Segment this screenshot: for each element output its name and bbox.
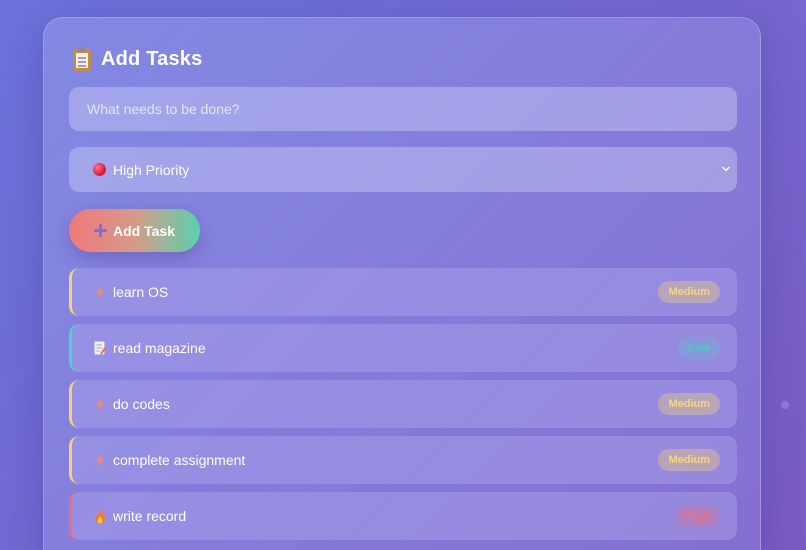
task-text: write record [113, 508, 187, 524]
priority-badge: Low [678, 337, 720, 359]
task-text: read magazine [113, 340, 206, 356]
task-item[interactable]: learn OS Medium [69, 268, 737, 316]
task-item[interactable]: read magazine Low [69, 324, 737, 372]
add-task-button-label: Add Task [113, 222, 175, 239]
task-input[interactable] [69, 87, 737, 131]
priority-badge: High [675, 505, 720, 527]
memo-icon [94, 340, 106, 356]
priority-badge: Medium [658, 449, 720, 471]
add-tasks-card: Add Tasks High Priority Add Task learn O… [43, 17, 761, 550]
task-text: do codes [113, 396, 170, 412]
task-text: complete assignment [113, 452, 246, 468]
priority-select-value: High Priority [113, 161, 190, 178]
task-item[interactable]: complete assignment Medium [69, 436, 737, 484]
card-header: Add Tasks [71, 45, 202, 73]
red-circle-icon [93, 163, 106, 176]
add-task-button[interactable]: Add Task [69, 209, 200, 252]
clipboard-icon [71, 46, 93, 72]
priority-badge: Medium [658, 393, 720, 415]
priority-select[interactable]: High Priority [69, 147, 737, 192]
chevron-down-icon [722, 166, 730, 172]
task-item[interactable]: do codes Medium [69, 380, 737, 428]
lightning-icon [94, 284, 106, 300]
page-title: Add Tasks [101, 47, 203, 70]
task-list: learn OS Medium read magazine Low do cod… [69, 268, 737, 548]
lightning-icon [94, 452, 106, 468]
task-item[interactable]: write record High [69, 492, 737, 540]
fire-icon [94, 508, 106, 524]
lightning-icon [94, 396, 106, 412]
decorative-dot [781, 401, 789, 409]
priority-badge: Medium [658, 281, 720, 303]
task-text: learn OS [113, 284, 169, 300]
plus-icon [94, 224, 107, 237]
